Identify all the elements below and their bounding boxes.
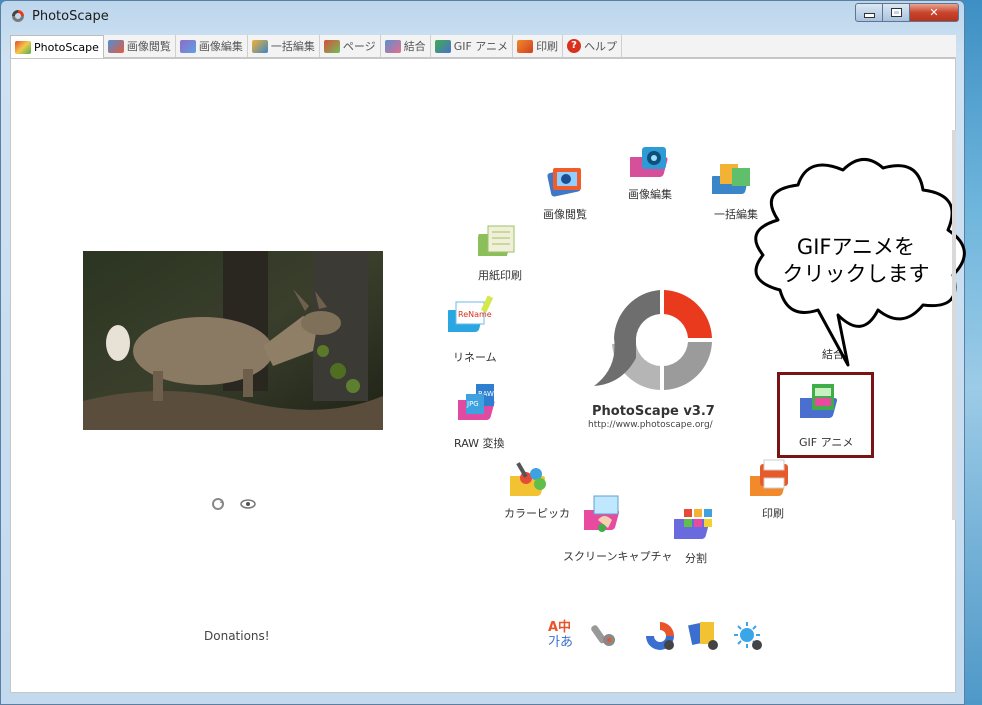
help-icon: ? — [567, 39, 582, 53]
donations-link[interactable]: Donations! — [204, 629, 270, 643]
refresh-icon[interactable] — [210, 497, 226, 511]
tools-icon[interactable] — [591, 620, 619, 650]
raw-menu-icon[interactable]: RAW JPG — [450, 382, 506, 426]
tab-page[interactable]: ページ — [320, 35, 381, 57]
print-icon — [517, 39, 534, 53]
color-picker-label[interactable]: カラーピッカ — [504, 505, 570, 521]
svg-text:JPG: JPG — [466, 400, 479, 408]
photoscape-home-icon[interactable] — [644, 620, 676, 652]
tab-viewer[interactable]: 画像閲覧 — [104, 35, 176, 57]
batch-editor-icon — [251, 39, 268, 53]
tab-gif[interactable]: GIF アニメ — [431, 35, 514, 57]
tab-label: 印刷 — [536, 40, 559, 53]
image-tools-icon[interactable] — [688, 620, 720, 652]
screen-capture-label[interactable]: スクリーンキャプチャ — [563, 548, 672, 564]
print-menu-icon[interactable] — [742, 458, 798, 502]
window-title: PhotoScape — [32, 9, 109, 24]
tab-label: 画像編集 — [198, 40, 243, 53]
paper-print-menu-icon[interactable] — [472, 222, 524, 262]
callout-line-2: クリックします — [782, 262, 930, 286]
title-bar[interactable]: PhotoScape ✕ — [1, 1, 964, 31]
editor-label[interactable]: 画像編集 — [628, 186, 672, 202]
rename-menu-icon[interactable]: ReName — [441, 295, 496, 338]
paper-print-label[interactable]: 用紙印刷 — [478, 267, 522, 283]
scroll-edge — [952, 130, 956, 520]
tab-label: PhotoScape — [34, 40, 99, 54]
screen-capture-menu-icon[interactable] — [577, 494, 630, 536]
close-icon: ✕ — [929, 6, 939, 19]
minimize-button[interactable] — [855, 3, 883, 22]
gif-highlight-box — [777, 372, 874, 458]
tab-label: ヘルプ — [584, 40, 618, 53]
gif-icon — [434, 39, 451, 53]
maximize-button[interactable] — [882, 3, 910, 22]
tab-print[interactable]: 印刷 — [513, 35, 564, 57]
viewer-label[interactable]: 画像閲覧 — [543, 206, 587, 222]
page-icon — [323, 39, 340, 53]
tab-batch-editor[interactable]: 一括編集 — [248, 35, 320, 57]
language-icon-top: A中 — [548, 620, 572, 635]
split-menu-icon[interactable] — [667, 505, 720, 545]
tab-combine[interactable]: 結合 — [381, 35, 431, 57]
editor-menu-icon[interactable] — [623, 143, 676, 183]
tab-bar: PhotoScape 画像閲覧 画像編集 一括編集 ページ 結合 GIF アニメ — [10, 35, 956, 58]
close-button[interactable]: ✕ — [909, 3, 959, 22]
editor-icon — [179, 39, 196, 53]
tab-label: 画像閲覧 — [126, 40, 171, 53]
language-icon[interactable]: A中 가あ — [548, 620, 578, 652]
combine-icon — [384, 39, 401, 53]
minimize-icon — [863, 13, 875, 18]
tab-label: GIF アニメ — [453, 40, 509, 53]
photoscape-logo — [592, 288, 714, 392]
maximize-icon — [890, 8, 902, 17]
tab-help[interactable]: ? ヘルプ — [563, 35, 623, 57]
eye-icon[interactable] — [240, 497, 256, 511]
tab-label: 結合 — [403, 40, 426, 53]
brightness-icon[interactable] — [732, 620, 764, 652]
logo-title: PhotoScape v3.7 — [592, 404, 715, 419]
viewer-icon — [107, 39, 124, 53]
raw-label[interactable]: RAW 変換 — [454, 435, 505, 451]
featured-photo — [83, 251, 383, 430]
color-picker-menu-icon[interactable] — [503, 460, 556, 502]
tab-label: 一括編集 — [270, 40, 315, 53]
tab-photoscape[interactable]: PhotoScape — [10, 35, 104, 58]
print-label[interactable]: 印刷 — [762, 505, 784, 521]
tab-label: ページ — [342, 40, 376, 53]
photoscape-tab-icon — [15, 40, 31, 54]
viewer-menu-icon[interactable] — [545, 162, 587, 200]
callout-text: GIFアニメを クリックします — [766, 234, 946, 288]
language-icon-bottom: 가あ — [548, 635, 573, 650]
callout-line-1: GIFアニメを — [796, 235, 916, 259]
logo-url[interactable]: http://www.photoscape.org/ — [588, 420, 713, 430]
photoscape-logo-icon — [12, 10, 24, 22]
tab-editor[interactable]: 画像編集 — [176, 35, 248, 57]
split-label[interactable]: 分割 — [685, 550, 707, 566]
rename-label[interactable]: リネーム — [453, 349, 497, 365]
